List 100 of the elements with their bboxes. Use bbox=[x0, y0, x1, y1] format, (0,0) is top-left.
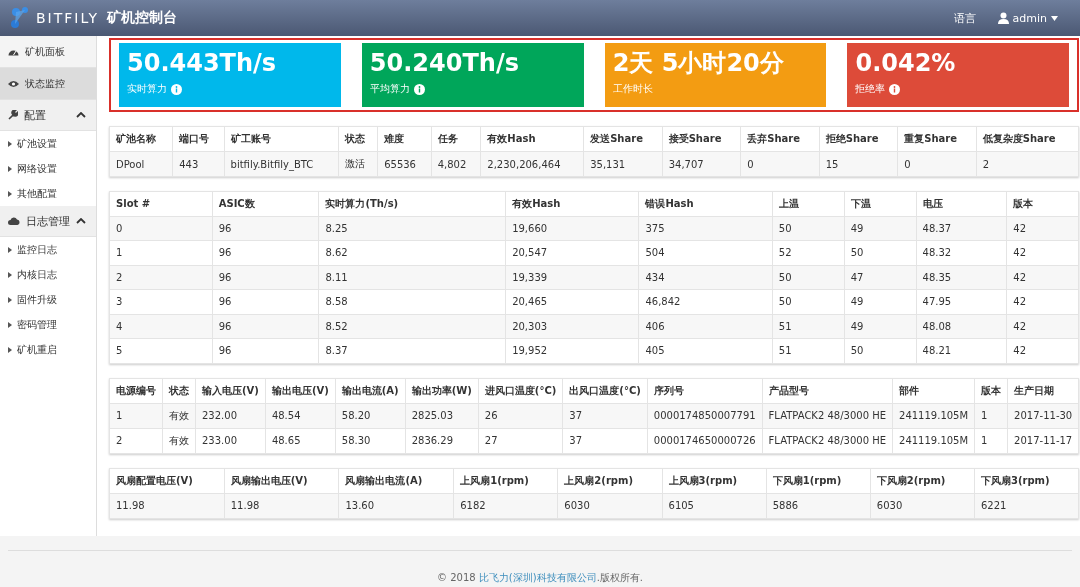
user-menu[interactable]: admin bbox=[1012, 11, 1047, 25]
table-cell: 48.35 bbox=[916, 265, 1007, 290]
wrench-icon bbox=[8, 110, 18, 120]
table-cell: 1 bbox=[109, 403, 163, 428]
table-cell: 96 bbox=[212, 314, 319, 339]
table-cell: 2825.03 bbox=[405, 403, 479, 428]
table-cell: 34,707 bbox=[662, 151, 741, 177]
copyright-text: © 2018 比飞力(深圳)科技有限公司.版权所有. bbox=[437, 571, 643, 585]
info-icon bbox=[889, 83, 901, 95]
column-header: 电压 bbox=[916, 191, 1007, 216]
bullet-icon bbox=[8, 246, 12, 253]
sidebar-group[interactable]: 配置 bbox=[0, 100, 96, 131]
column-header: 输出电流(A) bbox=[335, 378, 406, 403]
table-cell: 37 bbox=[562, 428, 648, 453]
column-header: 有效Hash bbox=[480, 126, 584, 152]
table-cell: 42 bbox=[1006, 289, 1079, 314]
table-cell: 有效 bbox=[162, 428, 196, 453]
info-icon bbox=[171, 83, 182, 95]
table-cell: 2 bbox=[109, 265, 213, 290]
column-header: 重复Share bbox=[897, 126, 977, 152]
table-cell: 0000174850007791 bbox=[647, 403, 763, 428]
table-cell: 1 bbox=[974, 403, 1008, 428]
table-cell: 50 bbox=[844, 338, 917, 363]
column-header: 电源编号 bbox=[109, 378, 163, 403]
column-header: 输出功率(W) bbox=[405, 378, 479, 403]
table-cell: 0000174650000726 bbox=[647, 428, 763, 453]
table-cell: 42 bbox=[1006, 338, 1079, 363]
table-cell: 6182 bbox=[453, 493, 558, 518]
table-cell: 42 bbox=[1006, 314, 1079, 339]
table-cell: 5 bbox=[109, 338, 213, 363]
language-link[interactable]: 语言 bbox=[953, 10, 976, 26]
app-title: 矿机控制台 bbox=[106, 9, 177, 27]
column-header: 接受Share bbox=[662, 126, 741, 152]
table-cell: 49 bbox=[844, 216, 917, 241]
stat-label: 实时算力 bbox=[127, 82, 167, 96]
table-cell: 15 bbox=[819, 151, 898, 177]
table-cell: 19,660 bbox=[505, 216, 639, 241]
table-cell: 8.62 bbox=[318, 240, 506, 265]
table-cell: 50 bbox=[772, 216, 845, 241]
table-cell: 232.00 bbox=[195, 403, 266, 428]
table-cell: 20,465 bbox=[505, 289, 639, 314]
bullet-icon bbox=[8, 190, 12, 197]
table-cell: 2,230,206,464 bbox=[480, 151, 584, 177]
table-cell: 58.30 bbox=[335, 428, 406, 453]
table-cell: 2 bbox=[976, 151, 1079, 177]
sidebar-item[interactable]: 状态监控 bbox=[0, 68, 96, 100]
logo[interactable]: BITFILY bbox=[36, 10, 99, 26]
company-link[interactable]: 比飞力(深圳)科技有限公司 bbox=[478, 572, 597, 583]
table-cell: 27 bbox=[478, 428, 563, 453]
table-cell: 3 bbox=[109, 289, 213, 314]
info-icon bbox=[413, 83, 425, 95]
stat-value: 0.042% bbox=[855, 48, 957, 79]
bullet-icon bbox=[8, 165, 12, 172]
stat-label: 拒绝率 bbox=[855, 82, 886, 96]
table-cell: 19,952 bbox=[505, 338, 639, 363]
table-cell: 434 bbox=[638, 265, 773, 290]
chevron-icon bbox=[76, 112, 86, 118]
table-cell: 8.11 bbox=[318, 265, 506, 290]
table-cell: 20,547 bbox=[505, 240, 639, 265]
column-header: 下风扇2(rpm) bbox=[870, 468, 975, 493]
column-header: 难度 bbox=[377, 126, 432, 152]
table-cell: 11.98 bbox=[224, 493, 339, 518]
sidebar-group[interactable]: 日志管理 bbox=[0, 206, 96, 237]
column-header: 输出电压(V) bbox=[265, 378, 336, 403]
column-header: 下风扇1(rpm) bbox=[766, 468, 871, 493]
table-cell: 48.21 bbox=[916, 338, 1007, 363]
column-header: 部件 bbox=[892, 378, 975, 403]
column-header: 状态 bbox=[162, 378, 196, 403]
table-cell: 6030 bbox=[870, 493, 975, 518]
table-cell: 96 bbox=[212, 240, 319, 265]
table-cell: 2836.29 bbox=[405, 428, 479, 453]
table-cell: 96 bbox=[212, 338, 319, 363]
column-header: 产品型号 bbox=[762, 378, 893, 403]
table-cell: 2 bbox=[109, 428, 163, 453]
table-cell: 96 bbox=[212, 265, 319, 290]
sidebar-item[interactable]: 矿机面板 bbox=[0, 36, 96, 68]
column-header: 生产日期 bbox=[1007, 378, 1079, 403]
table-cell: 0 bbox=[109, 216, 213, 241]
stat-value: 2天 5小时20分 bbox=[612, 48, 785, 79]
table-cell: 20,303 bbox=[505, 314, 639, 339]
table-cell: 8.58 bbox=[318, 289, 506, 314]
cloud-icon bbox=[8, 217, 20, 225]
column-header: 版本 bbox=[1006, 191, 1079, 216]
stat-value: 50.240Th/s bbox=[369, 48, 520, 79]
table-cell: 42 bbox=[1006, 216, 1079, 241]
table-cell: 6105 bbox=[662, 493, 767, 518]
caret-icon bbox=[1051, 15, 1058, 21]
table-cell: 241119.105M bbox=[892, 428, 975, 453]
table-cell: 58.20 bbox=[335, 403, 406, 428]
column-header: 上风扇3(rpm) bbox=[662, 468, 767, 493]
column-header: Slot # bbox=[109, 191, 213, 216]
table-cell: 405 bbox=[638, 338, 773, 363]
column-header: 风扇配置电压(V) bbox=[109, 468, 225, 493]
eye-icon bbox=[8, 79, 19, 88]
column-header: 上温 bbox=[772, 191, 845, 216]
table-cell: 激活 bbox=[338, 151, 378, 177]
table-cell: 2017-11-30 bbox=[1007, 403, 1079, 428]
column-header: 发送Share bbox=[583, 126, 663, 152]
table-cell: 52 bbox=[772, 240, 845, 265]
table-cell: 1 bbox=[109, 240, 213, 265]
